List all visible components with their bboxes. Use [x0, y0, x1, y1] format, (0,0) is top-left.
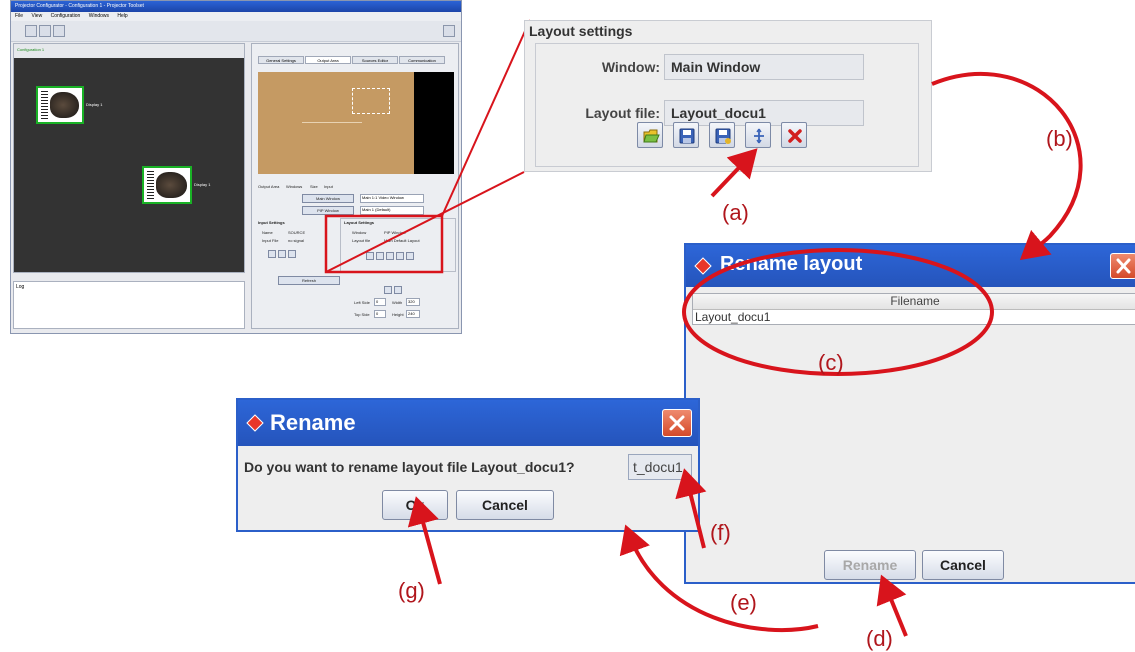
- annotation-g: (g): [398, 578, 425, 603]
- annotation-e: (e): [730, 590, 757, 615]
- arrow-a: [710, 148, 758, 198]
- arrow-e: [619, 524, 819, 633]
- annotation-b: (b): [1046, 126, 1073, 151]
- arrow-f: [675, 468, 707, 549]
- arrow-b: [931, 71, 1083, 261]
- annotation-overlay: [407, 71, 1083, 637]
- annotation-a: (a): [722, 200, 749, 225]
- annotation-d: (d): [866, 626, 893, 651]
- annotation-c: (c): [818, 350, 844, 375]
- arrow-g: [407, 496, 442, 585]
- annotation-f: (f): [710, 520, 731, 545]
